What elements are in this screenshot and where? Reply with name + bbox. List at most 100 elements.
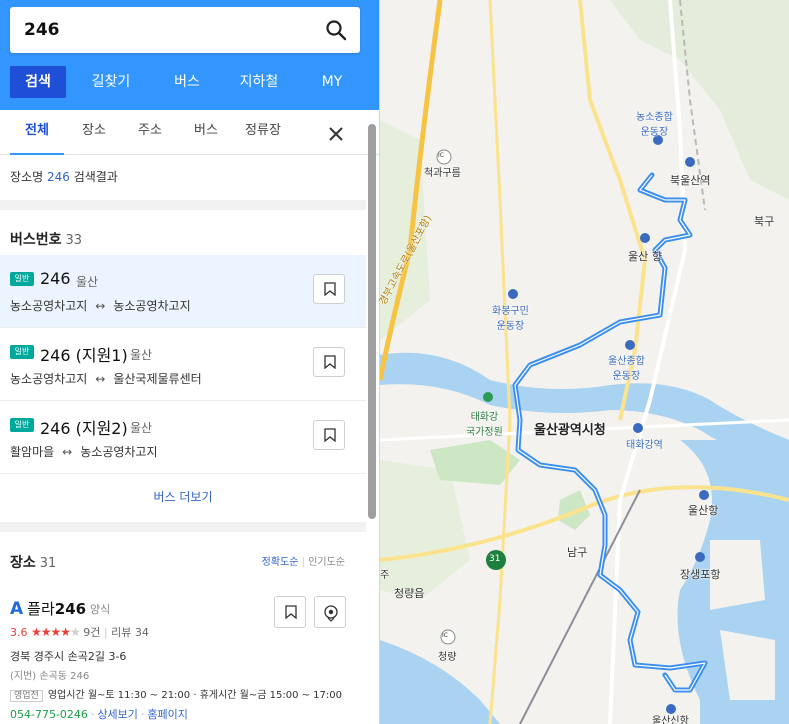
- search-icon[interactable]: [324, 18, 348, 42]
- dot-separator: ·: [90, 708, 95, 721]
- bus-region: 울산: [130, 421, 153, 435]
- place-jibun-address: (지번) 손곡동 246: [10, 671, 90, 682]
- bus-number[interactable]: 246 (지원2): [40, 415, 128, 439]
- bus-route: 활암마을 ↔ 농소공영차고지: [10, 443, 158, 460]
- search-panel: 검색 길찾기 버스 지하철 MY 전체 장소 주소 버스 정류장 장소명 246…: [0, 0, 380, 724]
- menu-subway[interactable]: 지하철: [218, 66, 300, 98]
- map-label-ulsan-new-port: 울산신항: [652, 716, 689, 724]
- map-label-cheongryang-ic: 청량: [438, 652, 457, 663]
- result-query: 246: [46, 170, 70, 184]
- place-result-item[interactable]: A 플라246 양식 3.6 ★★★★★ 9건 | 리뷰 34 경북 경주시 손곡…: [0, 588, 366, 724]
- map-label-hyang: 향: [652, 250, 663, 263]
- rating-divider: |: [103, 626, 108, 639]
- star-icons: ★★★★★: [31, 625, 81, 639]
- map-label-ulsan-port: 울산항: [688, 504, 719, 517]
- bookmark-button[interactable]: [313, 347, 345, 377]
- map-label-jangsaengpo: 장생포항: [680, 568, 721, 581]
- place-section-label: 장소: [10, 555, 36, 571]
- place-hours: 영업전 영업시간 월~토 11:30 ~ 21:00 · 휴게시간 월~금 15:…: [10, 686, 342, 702]
- tab-all[interactable]: 전체: [10, 110, 64, 155]
- route-from: 농소공영차고지: [10, 299, 88, 313]
- section-divider: [0, 522, 366, 532]
- hours-text: 영업시간 월~토 11:30 ~ 21:00 · 휴게시간 월~금 15:00 …: [47, 690, 342, 701]
- bus-route: 농소공영차고지 ↔ 울산국제물류센터: [10, 370, 202, 387]
- bus-type-badge: 일반: [10, 272, 34, 286]
- map-label-city-hall: 울산광역시청: [534, 423, 606, 438]
- ic-label: IC: [442, 632, 448, 639]
- tab-stop[interactable]: 정류장: [236, 110, 290, 155]
- bus-section-count: 33: [65, 233, 83, 248]
- train-station-icon: [633, 423, 643, 433]
- bus-region: 울산: [130, 348, 153, 362]
- bus-route: 농소공영차고지 ↔ 농소공영차고지: [10, 297, 191, 314]
- menu-search[interactable]: 검색: [10, 66, 66, 98]
- map-label-ulsan-stop: 울산: [628, 250, 649, 263]
- stadium-icon: [625, 340, 635, 350]
- map-label-ju: 주: [380, 570, 390, 581]
- place-name-highlight: 246: [54, 600, 87, 618]
- road-number-label: 31: [489, 554, 501, 564]
- result-suffix: 검색결과: [73, 170, 118, 184]
- port-icon: [699, 490, 709, 500]
- sort-popular[interactable]: 인기도순: [308, 557, 345, 568]
- bookmark-button[interactable]: [313, 274, 345, 304]
- more-bus-link[interactable]: 버스 더보기: [0, 474, 366, 520]
- scrollbar[interactable]: [368, 124, 376, 519]
- map-label-ulsan-stadium: 울산종합 운동장: [608, 356, 645, 382]
- tab-address[interactable]: 주소: [128, 110, 172, 155]
- route-from: 활암마을: [10, 445, 55, 459]
- map-label-buk-ulsan-station: 북울산역: [670, 174, 711, 187]
- tab-place[interactable]: 장소: [72, 110, 116, 155]
- section-divider: [0, 200, 366, 210]
- location-pin-icon: [324, 605, 338, 622]
- bus-result-row[interactable]: 일반 246 (지원1) 울산 농소공영차고지 ↔ 울산국제물류센터: [0, 328, 366, 401]
- place-name-main: 플라: [27, 600, 55, 618]
- sort-divider: |: [301, 557, 305, 568]
- menu-my[interactable]: MY: [300, 66, 364, 98]
- close-icon[interactable]: [324, 122, 348, 146]
- map-label-nongso-stadium: 농소종합 운동장: [636, 112, 673, 138]
- rating-score: 3.6: [10, 626, 28, 639]
- bus-type-badge: 일반: [10, 418, 34, 432]
- map-label-hwabong: 화봉구민 운동장: [492, 306, 529, 332]
- map-label-bukgu: 북구: [754, 215, 775, 228]
- place-marker: A: [10, 599, 24, 619]
- search-input[interactable]: [24, 7, 314, 53]
- search-box: [10, 7, 360, 53]
- place-map-button[interactable]: [314, 596, 346, 628]
- place-section-title: 장소 31: [10, 552, 56, 572]
- bookmark-button[interactable]: [313, 420, 345, 450]
- bus-section-title: 버스번호 33: [10, 229, 82, 249]
- map-label-cheongryang-eup: 청량읍: [394, 587, 425, 600]
- place-name[interactable]: A 플라246: [10, 598, 86, 619]
- bus-result-row[interactable]: 일반 246 울산 농소공영차고지 ↔ 농소공영차고지: [0, 255, 366, 328]
- map-view[interactable]: 농소종합 운동장 북울산역 북구 울산 향 척과구름 화봉구민 운동장 울산종합…: [377, 0, 789, 724]
- bookmark-icon: [324, 282, 336, 296]
- bus-result-row[interactable]: 일반 246 (지원2) 울산 활암마을 ↔ 농소공영차고지: [0, 401, 366, 474]
- park-icon: [483, 392, 493, 402]
- bookmark-icon: [285, 605, 297, 619]
- sort-accuracy[interactable]: 정확도순: [262, 557, 299, 568]
- map-canvas[interactable]: [377, 0, 789, 724]
- route-to: 농소공영차고지: [113, 299, 191, 313]
- bus-number[interactable]: 246 (지원1): [40, 342, 128, 366]
- tab-bus[interactable]: 버스: [184, 110, 228, 155]
- bus-number[interactable]: 246: [40, 269, 71, 288]
- result-tabs: 전체 장소 주소 버스 정류장: [0, 110, 379, 155]
- menu-bus[interactable]: 버스: [156, 66, 218, 98]
- place-phone: 054-775-0246: [10, 708, 88, 721]
- detail-link[interactable]: 상세보기: [97, 708, 137, 721]
- bus-section-label: 버스번호: [10, 232, 62, 248]
- review-count[interactable]: 리뷰 34: [111, 626, 149, 639]
- bookmark-button[interactable]: [274, 596, 306, 628]
- homepage-link[interactable]: 홈페이지: [147, 708, 187, 721]
- bookmark-icon: [324, 428, 336, 442]
- menu-directions[interactable]: 길찾기: [66, 66, 156, 98]
- stadium-icon: [508, 289, 518, 299]
- bus-type-badge: 일반: [10, 345, 34, 359]
- route-from: 농소공영차고지: [10, 372, 88, 386]
- place-section-count: 31: [39, 556, 57, 571]
- ic-label: IC: [438, 152, 444, 159]
- place-sort-options: 정확도순 | 인기도순: [262, 553, 345, 568]
- result-prefix: 장소명: [10, 170, 44, 184]
